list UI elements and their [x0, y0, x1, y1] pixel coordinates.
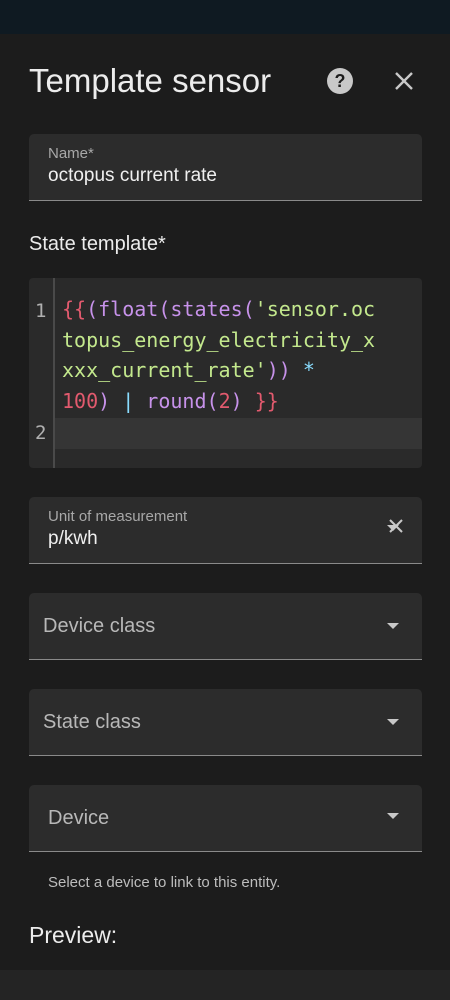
- device-class-placeholder: Device class: [43, 615, 156, 637]
- editor-gutter: [53, 278, 55, 468]
- code-line: xxx_current_rate')) *: [62, 358, 315, 382]
- active-line-highlight: [55, 418, 422, 449]
- code-line: 100) | round(2) }}: [62, 388, 279, 413]
- preview-area: [0, 970, 450, 1000]
- name-field-label: Name*: [48, 145, 94, 162]
- device-select[interactable]: Device: [29, 785, 422, 852]
- state-class-select[interactable]: State class: [29, 689, 422, 756]
- help-icon[interactable]: ?: [327, 68, 353, 94]
- device-placeholder: Device: [48, 807, 110, 829]
- code-content[interactable]: {{(float(states('sensor.oc topus_energy_e…: [62, 294, 422, 416]
- chevron-down-icon[interactable]: [387, 813, 399, 819]
- unit-of-measurement-field[interactable]: Unit of measurement p/kwh: [29, 497, 422, 564]
- device-helper-text: Select a device to link to this entity.: [48, 874, 281, 891]
- top-app-bar: [0, 0, 450, 34]
- code-line: topus_energy_electricity_x: [62, 327, 376, 352]
- line-number: 2: [35, 422, 47, 444]
- template-sensor-dialog: Template sensor ? Name* octopus current …: [0, 34, 450, 1000]
- chevron-down-icon[interactable]: [387, 525, 399, 531]
- name-field[interactable]: Name* octopus current rate: [29, 134, 422, 201]
- line-number: 1: [35, 300, 47, 322]
- close-icon[interactable]: [391, 68, 417, 94]
- name-field-value: octopus current rate: [48, 165, 217, 186]
- chevron-down-icon[interactable]: [387, 719, 399, 725]
- code-line: {{(float(states('sensor.oc: [62, 297, 376, 321]
- state-class-placeholder: State class: [43, 711, 141, 733]
- device-class-select[interactable]: Device class: [29, 593, 422, 660]
- chevron-down-icon[interactable]: [387, 623, 399, 629]
- preview-label: Preview:: [29, 922, 118, 948]
- unit-field-label: Unit of measurement: [48, 508, 188, 525]
- unit-field-value: p/kwh: [48, 528, 98, 549]
- state-template-label: State template*: [29, 233, 166, 255]
- dialog-title: Template sensor: [29, 62, 272, 99]
- state-template-editor[interactable]: 1 2 {{(float(states('sensor.oc topus_ener…: [29, 278, 422, 468]
